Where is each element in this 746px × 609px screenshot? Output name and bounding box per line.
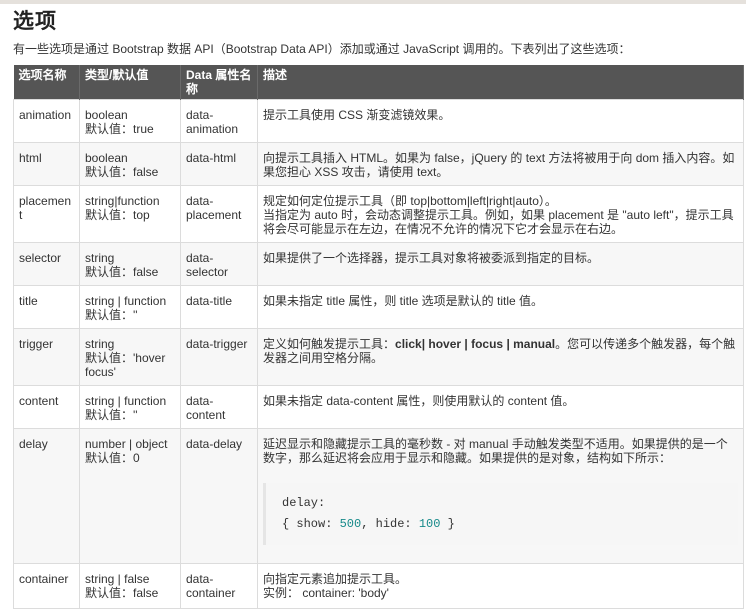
option-data-attribute: data-selector [180,242,258,286]
default-value: 默认值：0 [85,451,140,465]
description-line: 向指定元素追加提示工具。 [263,572,408,586]
option-description: 如果未指定 title 属性，则 title 选项是默认的 title 值。 [257,285,744,329]
table-row: content string | function 默认值：'' data-con… [13,385,744,429]
intro-paragraph: 有一些选项是通过 Bootstrap 数据 API（Bootstrap Data… [13,42,631,56]
type-value: boolean [85,151,128,165]
description-line: 当指定为 auto 时，会动态调整提示工具。例如，如果 placement 是 … [263,208,734,236]
option-data-attribute: data-animation [180,99,258,143]
default-value: 默认值：'' [85,308,138,322]
default-value: 默认值：false [85,265,159,279]
option-type: string | function 默认值：'' [79,385,181,429]
default-value: 默认值：top [85,208,150,222]
option-type: boolean 默认值：true [79,99,181,143]
type-value: number | object [85,437,168,451]
option-description: 规定如何定位提示工具（即 top|bottom|left|right|auto）… [257,185,744,243]
option-type: string 默认值：'hover focus' [79,328,181,386]
table-row: delay number | object 默认值：0 data-delay 延迟… [13,428,744,564]
option-data-attribute: data-placement [180,185,258,243]
code-number: 500 [339,517,362,531]
option-data-attribute: data-html [180,142,258,186]
option-data-attribute: data-trigger [180,328,258,386]
header-type-default: 类型/默认值 [79,65,181,100]
option-description: 提示工具使用 CSS 渐变滤镜效果。 [257,99,744,143]
option-type: string 默认值：false [79,242,181,286]
description-line: 规定如何定位提示工具（即 top|bottom|left|right|auto）… [263,194,557,208]
option-name: html [13,142,80,186]
type-value: string | function [85,394,167,408]
default-value: 默认值：false [85,586,159,600]
code-block: delay: { show: 500, hide: 100 } [263,483,738,545]
option-description: 延迟显示和隐藏提示工具的毫秒数 - 对 manual 手动触发类型不适用。如果提… [257,428,744,564]
table-header-row: 选项名称 类型/默认值 Data 属性名称 描述 [13,65,744,100]
option-type: boolean 默认值：false [79,142,181,186]
type-value: string | function [85,294,167,308]
option-name: animation [13,99,80,143]
option-name: content [13,385,80,429]
option-type: string | function 默认值：'' [79,285,181,329]
header-option-name: 选项名称 [13,65,80,100]
option-name: trigger [13,328,80,386]
option-type: string | false 默认值：false [79,563,181,609]
options-table: 选项名称 类型/默认值 Data 属性名称 描述 animation boole… [13,65,744,609]
header-data-attribute: Data 属性名称 [180,65,258,100]
type-value: string|function [85,194,160,208]
option-name: container [13,563,80,609]
trigger-values: click| hover | focus | manual [395,337,556,351]
table-row: html boolean 默认值：false data-html 向提示工具插入 … [13,142,744,186]
type-value: string [85,251,115,265]
code-line: { show: 500, hide: 100 } [282,514,722,535]
default-value: 默认值：true [85,122,154,136]
type-value: string [85,337,115,351]
option-description: 如果未指定 data-content 属性，则使用默认的 content 值。 [257,385,744,429]
option-name: placement [13,185,80,243]
code-line: delay: [282,496,326,510]
type-value: string | false [85,572,150,586]
table-row: title string | function 默认值：'' data-title… [13,285,744,329]
page-title: 选项 [13,10,57,33]
option-description: 向提示工具插入 HTML。如果为 false，jQuery 的 text 方法将… [257,142,744,186]
header-description: 描述 [257,65,744,100]
option-data-attribute: data-container [180,563,258,609]
option-name: title [13,285,80,329]
option-data-attribute: data-title [180,285,258,329]
option-description: 向指定元素追加提示工具。 实例： container: 'body' [257,563,744,609]
option-description: 定义如何触发提示工具：click| hover | focus | manual… [257,328,744,386]
type-value: boolean [85,108,128,122]
option-data-attribute: data-content [180,385,258,429]
option-description: 如果提供了一个选择器，提示工具对象将被委派到指定的目标。 [257,242,744,286]
default-value: 默认值：false [85,165,159,179]
default-value: 默认值：'hover focus' [85,351,166,379]
table-row: container string | false 默认值：false data-c… [13,563,744,609]
table-row: selector string 默认值：false data-selector 如… [13,242,744,286]
code-token: } [440,517,455,531]
description-line: 延迟显示和隐藏提示工具的毫秒数 - 对 manual 手动触发类型不适用。如果提… [263,437,728,465]
code-token: , hide: [361,517,419,531]
code-token: { show: [282,517,340,531]
option-data-attribute: data-delay [180,428,258,564]
table-row: placement string|function 默认值：top data-pl… [13,185,744,243]
option-type: number | object 默认值：0 [79,428,181,564]
code-number: 100 [418,517,441,531]
table-row: trigger string 默认值：'hover focus' data-tri… [13,328,744,386]
top-border [0,0,746,4]
description-line: 实例： container: 'body' [263,586,389,600]
table-row: animation boolean 默认值：true data-animation… [13,99,744,143]
description-text: 定义如何触发提示工具： [263,337,396,351]
option-name: selector [13,242,80,286]
option-name: delay [13,428,80,564]
option-type: string|function 默认值：top [79,185,181,243]
default-value: 默认值：'' [85,408,138,422]
